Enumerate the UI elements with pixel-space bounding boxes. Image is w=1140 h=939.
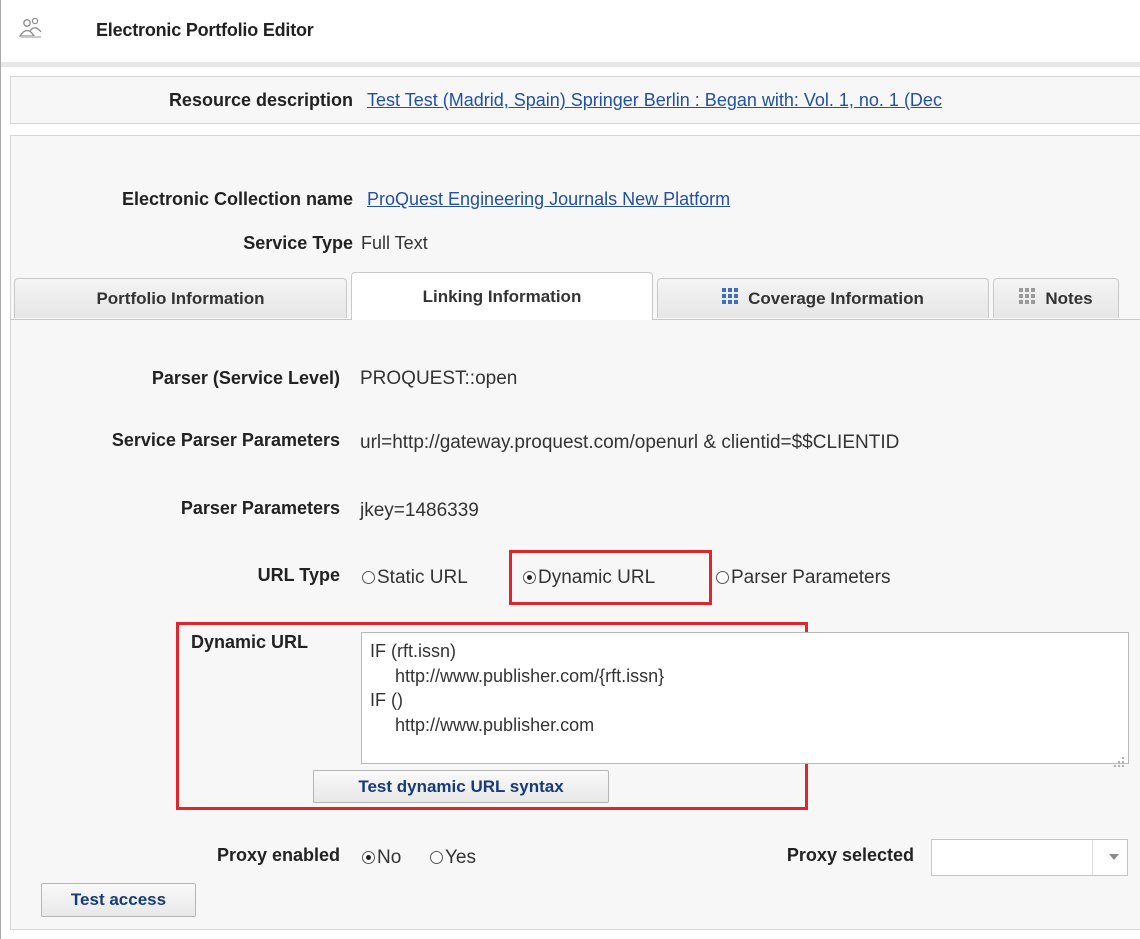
service-parser-parameters-value: url=http://gateway.proquest.com/openurl … [360, 432, 900, 453]
proxy-radio-no[interactable]: No [362, 847, 401, 869]
textarea-line: IF (rft.issn) [370, 641, 456, 661]
header-divider [1, 62, 1140, 67]
frame-border [0, 0, 1, 939]
radio-icon [362, 571, 375, 584]
chevron-down-icon [1109, 854, 1119, 860]
radio-icon [716, 571, 729, 584]
parser-parameters-value: jkey=1486339 [360, 500, 479, 521]
radio-label: Parser Parameters [731, 567, 891, 588]
proxy-radio-yes[interactable]: Yes [430, 847, 476, 869]
tab-portfolio-information[interactable]: Portfolio Information [14, 278, 347, 318]
tab-notes[interactable]: Notes [993, 278, 1119, 318]
textarea-line: IF () [370, 690, 403, 710]
collection-name-label: Electronic Collection name [121, 189, 353, 209]
tab-label: Portfolio Information [96, 288, 265, 308]
service-parser-parameters-label: Service Parser Parameters [111, 430, 340, 450]
radio-checked-icon [362, 851, 375, 864]
proxy-enabled-label: Proxy enabled [216, 845, 340, 865]
resource-description-label: Resource description [168, 90, 353, 110]
radio-label: Yes [445, 847, 476, 868]
dropdown-divider [1092, 840, 1093, 875]
dynamic-url-textarea[interactable]: IF (rft.issn) http://www.publisher.com/{… [361, 632, 1129, 767]
url-type-label: URL Type [257, 565, 340, 585]
textarea-line: http://www.publisher.com [370, 714, 595, 735]
tab-label: Notes [1045, 288, 1093, 308]
url-type-radio-static[interactable]: Static URL [362, 567, 468, 589]
test-dynamic-url-syntax-button[interactable]: Test dynamic URL syntax [313, 770, 609, 803]
grid-icon [722, 288, 740, 309]
people-icon [18, 16, 44, 42]
radio-label: No [377, 847, 402, 868]
service-type-label: Service Type [243, 233, 353, 253]
resource-description-link[interactable]: Test Test (Madrid, Spain) Springer Berli… [367, 90, 942, 111]
tab-linking-information[interactable]: Linking Information [351, 272, 653, 320]
proxy-selected-dropdown[interactable] [931, 839, 1128, 876]
radio-label: Static URL [377, 567, 468, 588]
dynamic-url-option-highlight [509, 550, 712, 605]
test-access-button[interactable]: Test access [41, 883, 196, 917]
proxy-selected-label: Proxy selected [786, 845, 914, 865]
tab-label: Coverage Information [748, 288, 924, 308]
grid-icon [1019, 288, 1037, 309]
url-type-radio-parser-parameters[interactable]: Parser Parameters [716, 567, 890, 589]
parser-service-level-value: PROQUEST::open [360, 368, 518, 389]
service-type-value: Full Text [361, 233, 428, 253]
collection-name-link[interactable]: ProQuest Engineering Journals New Platfo… [367, 189, 730, 210]
resize-grip-icon[interactable] [1114, 749, 1124, 767]
textarea-line: http://www.publisher.com/{rft.issn} [370, 665, 665, 686]
parser-parameters-label: Parser Parameters [180, 498, 340, 518]
radio-icon [430, 851, 443, 864]
dynamic-url-label: Dynamic URL [191, 632, 309, 652]
parser-service-level-label: Parser (Service Level) [151, 368, 340, 388]
tab-coverage-information[interactable]: Coverage Information [657, 278, 989, 318]
tab-label: Linking Information [422, 286, 582, 306]
page-title: Electronic Portfolio Editor [96, 20, 314, 40]
